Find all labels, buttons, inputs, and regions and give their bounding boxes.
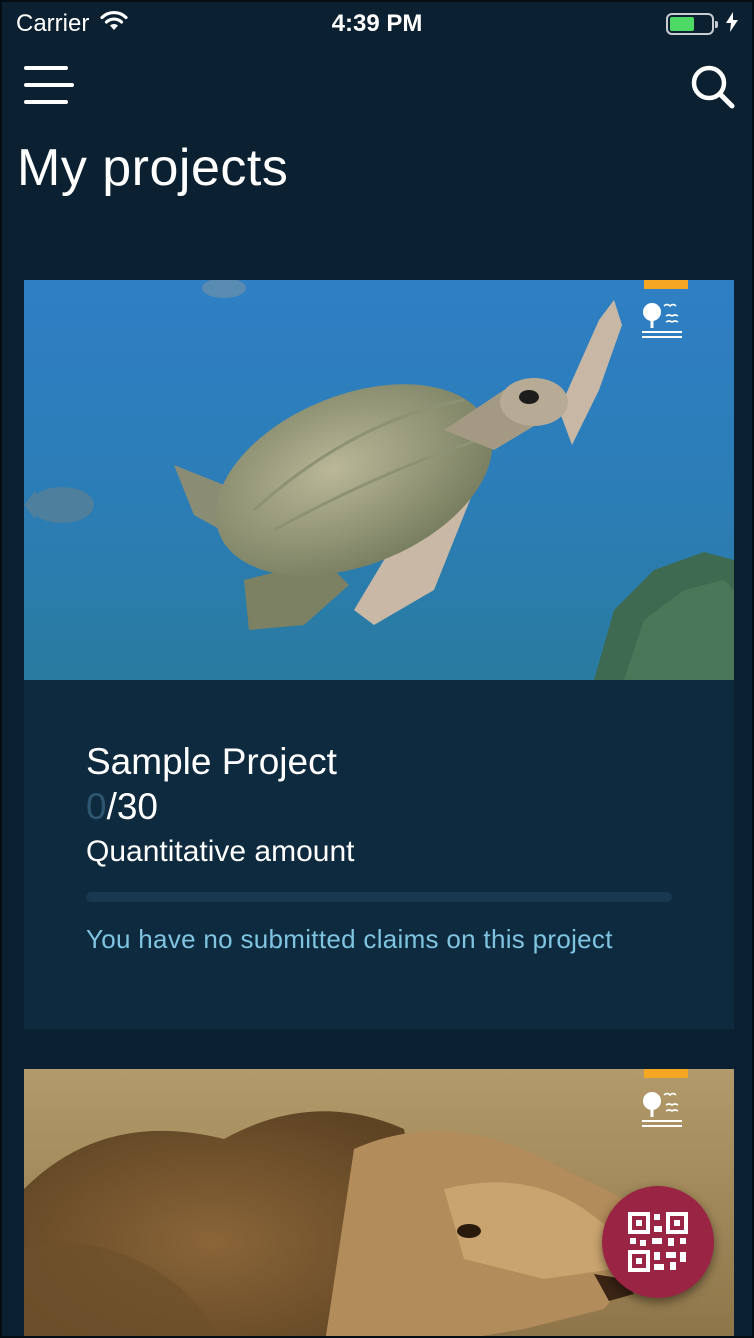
battery-icon [666,13,718,35]
progress-total-count: /30 [106,786,159,827]
progress-count: 0/30 [86,784,676,830]
carrier-label: Carrier [16,10,90,37]
project-name: Sample Project [86,741,337,782]
project-card[interactable]: Sample Project 0/30 Quantitative amount … [24,280,734,1029]
project-card-body: Sample Project 0/30 Quantitative amount … [86,740,676,955]
project-image-sea-turtle [24,280,734,680]
battery-level-fill [670,17,694,31]
hamburger-menu-icon[interactable] [24,66,74,106]
status-left: Carrier [16,10,129,39]
progress-label: Quantitative amount [86,835,355,868]
charging-bolt-icon [726,11,738,37]
progress-done-count: 0 [86,786,107,827]
search-icon[interactable] [690,64,736,110]
status-bar: Carrier 4:39 PM [2,2,752,46]
environment-type-icon [640,280,688,338]
status-right [666,11,738,37]
progress-bar [86,892,672,902]
qr-scan-button[interactable] [602,1186,714,1298]
app-screen: Carrier 4:39 PM My projects Sample Proje… [0,0,754,1338]
qr-code-icon [628,1212,688,1272]
environment-type-icon [640,1069,688,1127]
page-title: My projects [17,139,289,197]
wifi-icon [99,10,129,39]
claims-note: You have no submitted claims on this pro… [86,924,613,954]
